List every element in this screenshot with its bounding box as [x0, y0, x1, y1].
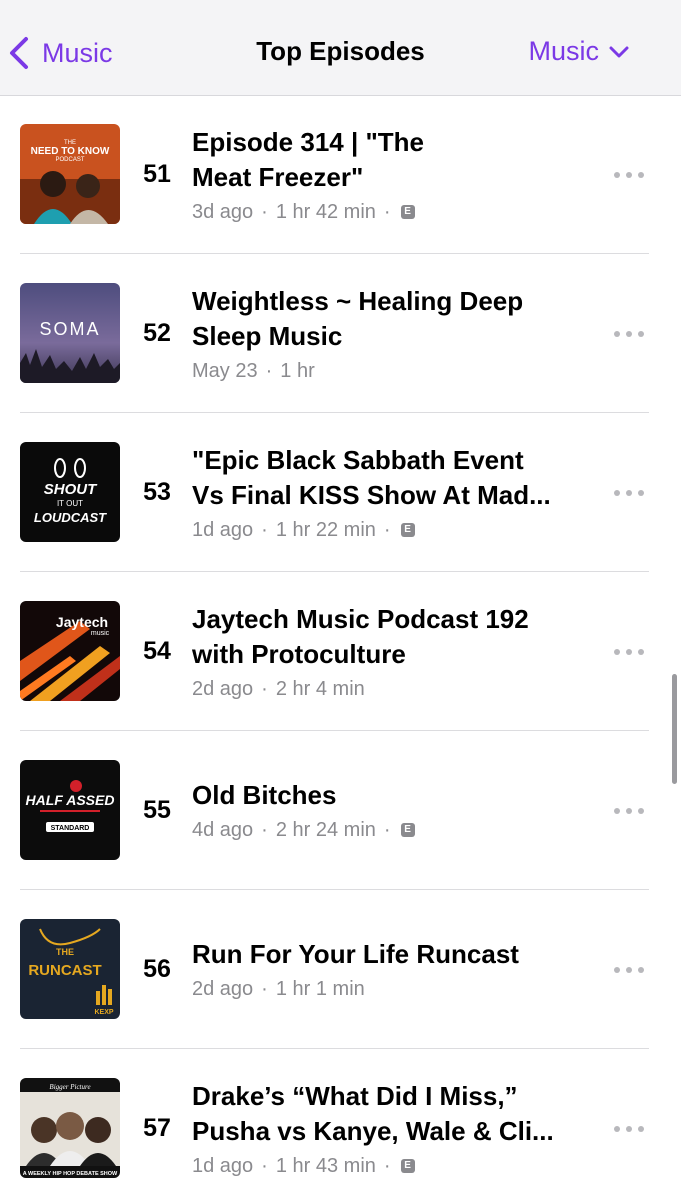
rank-number: 51 — [143, 160, 171, 188]
explicit-badge-icon: E — [400, 823, 415, 837]
episode-meta: 3d ago · 1 hr 42 min · E — [192, 199, 588, 225]
episode-title: Run For Your Life Runcast — [192, 939, 519, 969]
episode-title-line-1: "Epic Black Sabbath Event — [192, 445, 524, 475]
podcast-artwork: THE NEED TO KNOW PODCAST — [20, 124, 120, 224]
episode-duration: 2 hr 24 min — [275, 819, 376, 841]
episode-info: Episode 314 | "The Meat Freezer" 3d ago … — [192, 125, 588, 225]
episode-info: Run For Your Life Runcast 2d ago · 1 hr … — [192, 937, 588, 1002]
episode-meta: 1d ago · 1 hr 22 min · E — [192, 517, 588, 543]
episode-title-line-1: Episode 314 | "The — [192, 127, 425, 157]
episode-age: 1d ago — [192, 519, 254, 541]
podcast-artwork: SHOUT IT OUT LOUDCAST — [20, 442, 120, 542]
episode-meta: 2d ago · 2 hr 4 min — [192, 678, 365, 700]
episode-row[interactable]: HALF ASSED STANDARD 55 Old Bitches 4d ag… — [20, 731, 649, 890]
rank-number: 52 — [143, 319, 171, 347]
svg-text:NEED TO KNOW: NEED TO KNOW — [31, 146, 110, 157]
episode-duration: 2 hr 4 min — [275, 678, 365, 700]
episode-title-line-1: Drake’s “What Did I Miss,” — [192, 1081, 518, 1111]
svg-text:music: music — [91, 630, 110, 637]
episode-age: 2d ago — [192, 678, 254, 700]
episode-row[interactable]: SHOUT IT OUT LOUDCAST 53 "Epic Black Sab… — [20, 413, 649, 572]
episode-row[interactable]: Jaytech music 54 Jaytech Music Podcast 1… — [20, 572, 649, 731]
episode-title-line-2: Meat Freezer" — [192, 162, 364, 192]
explicit-badge-icon: E — [400, 523, 415, 537]
svg-text:A WEEKLY HIP HOP DEBATE SHOW: A WEEKLY HIP HOP DEBATE SHOW — [23, 1171, 118, 1177]
rank-number: 56 — [143, 955, 171, 983]
episode-title: Old Bitches — [192, 780, 337, 810]
rank-number: 55 — [143, 796, 171, 824]
category-menu-button[interactable]: Music — [528, 36, 629, 67]
podcast-artwork: Jaytech music — [20, 601, 120, 701]
episode-meta: 1d ago · 1 hr 43 min · E — [192, 1153, 588, 1179]
episode-duration: 1 hr 42 min — [275, 201, 376, 223]
episode-age: May 23 — [192, 360, 258, 382]
svg-text:Jaytech: Jaytech — [56, 614, 108, 630]
episode-title-line-1: Weightless ~ Healing Deep — [192, 286, 524, 316]
podcast-artwork: HALF ASSED STANDARD — [20, 760, 120, 860]
svg-text:PODCAST: PODCAST — [55, 157, 84, 163]
episode-title-line-2: with Protoculture — [192, 639, 406, 669]
rank-number: 57 — [143, 1114, 171, 1142]
more-options-button[interactable] — [609, 322, 649, 346]
podcast-artwork: SOMA — [20, 283, 120, 383]
more-options-button[interactable] — [609, 1117, 649, 1141]
episode-meta: May 23 · 1 hr — [192, 360, 315, 382]
svg-text:KEXP: KEXP — [94, 1009, 113, 1016]
rank-number: 54 — [143, 637, 171, 665]
episode-title-line-2: Sleep Music — [192, 321, 343, 351]
svg-text:IT OUT: IT OUT — [57, 499, 83, 508]
svg-text:Bigger Picture: Bigger Picture — [49, 1083, 90, 1091]
episode-row[interactable]: Bigger Picture A WEEKLY HIP HOP DEBATE S… — [20, 1049, 649, 1200]
episode-duration: 1 hr 22 min — [275, 519, 376, 541]
episode-duration: 1 hr 43 min — [275, 1155, 376, 1177]
more-options-button[interactable] — [609, 799, 649, 823]
more-options-button[interactable] — [609, 163, 649, 187]
episode-row[interactable]: THE RUNCAST KEXP 56 Run For Your Life Ru… — [20, 890, 649, 1049]
episode-info: Jaytech Music Podcast 192 with Protocult… — [192, 602, 588, 702]
episode-info: Drake’s “What Did I Miss,” Pusha vs Kany… — [192, 1079, 588, 1179]
episode-title-line-1: Jaytech Music Podcast 192 — [192, 604, 529, 634]
episode-info: Weightless ~ Healing Deep Sleep Music Ma… — [192, 284, 588, 384]
rank-number: 53 — [143, 478, 171, 506]
scroll-indicator[interactable] — [672, 674, 677, 784]
svg-text:SOMA: SOMA — [39, 319, 100, 339]
top-episodes-screen: Music Top Episodes Music THE NEED TO KNO… — [0, 0, 681, 1200]
episode-meta: 2d ago · 1 hr 1 min — [192, 978, 365, 1000]
episode-duration: 1 hr 1 min — [275, 978, 365, 1000]
svg-text:HALF ASSED: HALF ASSED — [26, 792, 115, 808]
episode-title-line-2: Pusha vs Kanye, Wale & Cli... — [192, 1116, 554, 1146]
episode-meta: 4d ago · 2 hr 24 min · E — [192, 817, 588, 843]
podcast-artwork: THE RUNCAST KEXP — [20, 919, 120, 1019]
episode-info: "Epic Black Sabbath Event Vs Final KISS … — [192, 443, 588, 543]
svg-text:LOUDCAST: LOUDCAST — [34, 510, 107, 525]
svg-text:STANDARD: STANDARD — [51, 825, 90, 832]
episode-title-line-2: Vs Final KISS Show At Mad... — [192, 480, 551, 510]
podcast-artwork: Bigger Picture A WEEKLY HIP HOP DEBATE S… — [20, 1078, 120, 1178]
more-options-button[interactable] — [609, 481, 649, 505]
episode-age: 1d ago — [192, 1155, 254, 1177]
svg-text:THE: THE — [56, 947, 74, 957]
svg-text:SHOUT: SHOUT — [44, 481, 98, 498]
explicit-badge-icon: E — [400, 1159, 415, 1173]
episode-list: THE NEED TO KNOW PODCAST 51 Episode 314 … — [0, 95, 681, 1200]
chevron-down-icon — [609, 46, 629, 57]
episode-age: 3d ago — [192, 201, 254, 223]
episode-row[interactable]: SOMA 52 Weightless ~ Healing Deep Sleep … — [20, 254, 649, 413]
svg-text:RUNCAST: RUNCAST — [28, 962, 101, 979]
episode-age: 4d ago — [192, 819, 254, 841]
navigation-bar: Music Top Episodes Music — [0, 0, 681, 96]
more-options-button[interactable] — [609, 640, 649, 664]
more-options-button[interactable] — [609, 958, 649, 982]
episode-row[interactable]: THE NEED TO KNOW PODCAST 51 Episode 314 … — [20, 95, 649, 254]
episode-age: 2d ago — [192, 978, 254, 1000]
explicit-badge-icon: E — [400, 205, 415, 219]
episode-duration: 1 hr — [280, 360, 315, 382]
category-menu-label: Music — [528, 36, 599, 66]
episode-info: Old Bitches 4d ago · 2 hr 24 min · E — [192, 778, 588, 843]
